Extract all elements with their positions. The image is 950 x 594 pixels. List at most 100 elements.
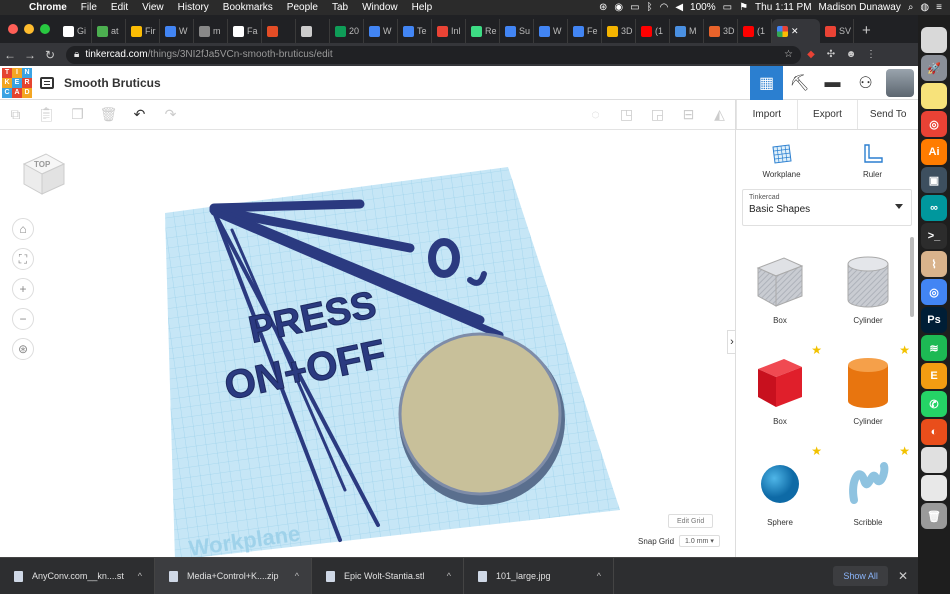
menubar-clock[interactable]: Thu 1:11 PM: [755, 2, 812, 13]
favorite-star-icon[interactable]: ★: [899, 444, 910, 458]
shape-library-select[interactable]: Tinkercad Basic Shapes: [742, 189, 912, 226]
browser-tab[interactable]: W: [160, 19, 194, 43]
browser-tab[interactable]: Gi: [58, 19, 92, 43]
volume-icon[interactable]: ◀: [675, 2, 683, 13]
design-menu-icon[interactable]: [40, 76, 54, 89]
tinkercad-logo[interactable]: T I N K E R C A D: [2, 67, 32, 98]
dock-app-icon[interactable]: ✆: [921, 391, 947, 417]
dock-app-icon[interactable]: >_: [921, 223, 947, 249]
pickaxe-icon[interactable]: ⛏: [783, 66, 816, 100]
new-tab-button[interactable]: +: [854, 22, 879, 43]
menu-chrome[interactable]: Chrome: [22, 2, 74, 13]
menu-view[interactable]: View: [135, 2, 171, 13]
home-view-icon[interactable]: ⌂: [12, 218, 34, 240]
shape-tile-scribble[interactable]: Scribble ★: [824, 442, 912, 543]
shape-tile-sphere[interactable]: Sphere ★: [736, 442, 824, 543]
download-item[interactable]: AnyConv.com__kn....st ^: [0, 557, 155, 594]
menubar-user[interactable]: Madison Dunaway: [819, 2, 901, 13]
3d-view-grid-icon[interactable]: ▦: [750, 65, 783, 100]
dock-app-icon[interactable]: ◎: [921, 279, 947, 305]
export-button[interactable]: Export: [796, 100, 858, 129]
chevron-up-icon[interactable]: ^: [138, 571, 142, 581]
bricks-icon[interactable]: ▬: [816, 66, 849, 100]
zoom-window-button[interactable]: [40, 24, 50, 34]
dock-app-icon[interactable]: ∞: [921, 195, 947, 221]
extensions-puzzle-icon[interactable]: ✣: [821, 49, 841, 60]
battery-percent[interactable]: 100%: [690, 2, 716, 13]
omnibox[interactable]: 🔒︎ tinkercad.com /things/3NI2fJa5VCn-smo…: [66, 45, 801, 64]
extension-icon[interactable]: ◆: [801, 49, 821, 60]
cylinder-top[interactable]: [398, 332, 562, 496]
browser-tab[interactable]: (1: [738, 19, 772, 43]
menu-bookmarks[interactable]: Bookmarks: [216, 2, 280, 13]
notification-center-icon[interactable]: ≡: [936, 2, 942, 13]
browser-tab[interactable]: m: [194, 19, 228, 43]
dock-app-icon[interactable]: E: [921, 363, 947, 389]
menu-window[interactable]: Window: [355, 2, 405, 13]
download-item[interactable]: Media+Control+K....zip ^: [155, 557, 312, 594]
edit-grid-button[interactable]: Edit Grid: [668, 514, 714, 528]
dock-app-icon[interactable]: [921, 27, 947, 53]
browser-tab[interactable]: Su: [500, 19, 534, 43]
airplay-icon[interactable]: ▭: [630, 2, 639, 13]
download-item[interactable]: Epic Wolt-Stantia.stl ^: [312, 557, 464, 594]
add-user-icon[interactable]: ⚇: [849, 66, 882, 100]
browser-tab[interactable]: [296, 19, 330, 43]
zoom-out-icon[interactable]: −: [12, 308, 34, 330]
browser-tab[interactable]: W: [364, 19, 398, 43]
favorite-star-icon[interactable]: ★: [899, 343, 910, 357]
workplane-button[interactable]: Workplane: [736, 130, 827, 185]
browser-tab[interactable]: 3D: [704, 19, 738, 43]
dock-app-icon[interactable]: ≋: [921, 335, 947, 361]
dock-app-icon[interactable]: [921, 83, 947, 109]
forward-icon[interactable]: →: [20, 48, 40, 62]
view-cube[interactable]: TOP: [20, 150, 68, 198]
back-icon[interactable]: ←: [0, 48, 20, 62]
dock-app-icon[interactable]: ⌇: [921, 251, 947, 277]
browser-tab[interactable]: Te: [398, 19, 432, 43]
light-bulb-icon[interactable]: ◌: [580, 106, 611, 123]
browser-tab[interactable]: Fir: [126, 19, 160, 43]
tab-close-icon[interactable]: ✕: [791, 26, 799, 37]
menu-tab[interactable]: Tab: [325, 2, 355, 13]
3d-workspace[interactable]: Workplane PRESS ON+OFF TOP ⌂ ⛶ + − ⊛ Edi: [0, 130, 735, 557]
mirror-icon[interactable]: ◭: [704, 106, 735, 123]
wifi-icon[interactable]: ◠: [660, 2, 669, 13]
dock-app-icon[interactable]: [921, 447, 947, 473]
close-downloads-icon[interactable]: ✕: [898, 569, 908, 583]
fit-view-icon[interactable]: ⛶: [12, 248, 34, 270]
minimize-window-button[interactable]: [24, 24, 34, 34]
reload-icon[interactable]: ↻: [40, 48, 60, 62]
spotlight-icon[interactable]: ⌕: [908, 2, 914, 13]
redo-icon[interactable]: ↷: [155, 106, 186, 123]
undo-icon[interactable]: ↶: [124, 106, 155, 123]
ungroup-icon[interactable]: ◲: [642, 106, 673, 123]
chevron-up-icon[interactable]: ^: [447, 571, 451, 581]
browser-tab[interactable]: 3D: [602, 19, 636, 43]
eye-icon[interactable]: ◉: [614, 2, 623, 13]
menu-edit[interactable]: Edit: [104, 2, 135, 13]
menu-people[interactable]: People: [280, 2, 325, 13]
chrome-menu-icon[interactable]: ⋮: [861, 49, 881, 60]
menu-history[interactable]: History: [171, 2, 216, 13]
browser-tab[interactable]: Re: [466, 19, 500, 43]
show-all-button[interactable]: Show All: [833, 566, 888, 586]
zoom-in-icon[interactable]: +: [12, 278, 34, 300]
duplicate-icon[interactable]: ❐: [62, 106, 93, 123]
dock-app-icon[interactable]: ◎: [921, 111, 947, 137]
browser-tab[interactable]: 20: [330, 19, 364, 43]
tab-last[interactable]: SV: [820, 19, 854, 43]
paste-icon[interactable]: 📋︎: [31, 106, 62, 123]
group-icon[interactable]: ◳: [611, 106, 642, 123]
bookmark-star-icon[interactable]: ☆: [784, 49, 801, 60]
profile-icon[interactable]: ☻: [841, 49, 861, 60]
perspective-icon[interactable]: ⊛: [12, 338, 34, 360]
browser-tab[interactable]: M: [670, 19, 704, 43]
avatar[interactable]: [886, 68, 914, 97]
dock-app-icon[interactable]: ◐: [921, 419, 947, 445]
delete-icon[interactable]: 🗑︎: [93, 106, 124, 123]
ruler-button[interactable]: Ruler: [827, 130, 918, 185]
dock-app-icon[interactable]: Ai: [921, 139, 947, 165]
browser-tab[interactable]: Inl: [432, 19, 466, 43]
shape-tile-cyl-hole[interactable]: Cylinder: [824, 240, 912, 341]
